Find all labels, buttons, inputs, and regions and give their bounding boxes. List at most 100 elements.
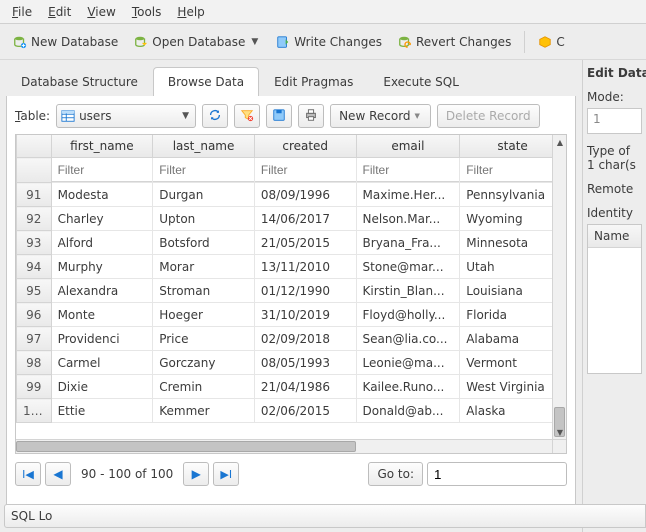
open-database-dropdown-icon[interactable]: ▼ (249, 37, 260, 47)
toolbar-extra-button[interactable]: C (531, 30, 571, 54)
goto-input[interactable] (427, 462, 567, 486)
cell-last-name[interactable]: Hoeger (153, 303, 255, 327)
table-row[interactable]: 100EttieKemmer02/06/2015Donald@ab...Alas… (17, 399, 566, 423)
cell-email[interactable]: Kirstin_Blan... (356, 279, 460, 303)
identity-list[interactable]: Name (587, 224, 642, 374)
table-row[interactable]: 94MurphyMorar13/11/2010Stone@mar...Utah (17, 255, 566, 279)
cell-email[interactable]: Sean@lia.co... (356, 327, 460, 351)
cell-created[interactable]: 14/06/2017 (254, 207, 356, 231)
cell-created[interactable]: 21/05/2015 (254, 231, 356, 255)
filter-state[interactable] (460, 158, 565, 182)
identity-name-header[interactable]: Name (588, 225, 641, 248)
table-row[interactable]: 92CharleyUpton14/06/2017Nelson.Mar...Wyo… (17, 207, 566, 231)
cell-first-name[interactable]: Alexandra (51, 279, 153, 303)
cell-created[interactable]: 08/05/1993 (254, 351, 356, 375)
cell-state[interactable]: Vermont (460, 351, 566, 375)
cell-email[interactable]: Nelson.Mar... (356, 207, 460, 231)
table-row[interactable]: 93AlfordBotsford21/05/2015Bryana_Fra...M… (17, 231, 566, 255)
col-first-name[interactable]: first_name (51, 135, 153, 158)
cell-created[interactable]: 02/06/2015 (254, 399, 356, 423)
tab-edit-pragmas[interactable]: Edit Pragmas (259, 67, 368, 96)
col-last-name[interactable]: last_name (153, 135, 255, 158)
cell-created[interactable]: 01/12/1990 (254, 279, 356, 303)
row-number[interactable]: 98 (17, 351, 52, 375)
horizontal-scrollbar[interactable] (16, 439, 552, 453)
vertical-scrollbar[interactable]: ▲ ▼ (552, 135, 566, 439)
prev-page-button[interactable]: ◀ (45, 462, 71, 486)
cell-created[interactable]: 21/04/1986 (254, 375, 356, 399)
cell-state[interactable]: Pennsylvania (460, 183, 566, 207)
menu-help[interactable]: Help (169, 2, 212, 22)
cell-last-name[interactable]: Stroman (153, 279, 255, 303)
filter-email[interactable] (357, 158, 460, 182)
tab-execute-sql[interactable]: Execute SQL (368, 67, 474, 96)
cell-last-name[interactable]: Price (153, 327, 255, 351)
cell-first-name[interactable]: Modesta (51, 183, 153, 207)
menu-edit[interactable]: Edit (40, 2, 79, 22)
cell-email[interactable]: Floyd@holly... (356, 303, 460, 327)
menu-tools[interactable]: Tools (124, 2, 170, 22)
col-created[interactable]: created (254, 135, 356, 158)
cell-created[interactable]: 08/09/1996 (254, 183, 356, 207)
row-number[interactable]: 94 (17, 255, 52, 279)
cell-email[interactable]: Leonie@ma... (356, 351, 460, 375)
row-number[interactable]: 96 (17, 303, 52, 327)
cell-first-name[interactable]: Monte (51, 303, 153, 327)
cell-state[interactable]: Louisiana (460, 279, 566, 303)
cell-last-name[interactable]: Upton (153, 207, 255, 231)
cell-first-name[interactable]: Carmel (51, 351, 153, 375)
rownum-header[interactable] (17, 135, 52, 158)
cell-last-name[interactable]: Morar (153, 255, 255, 279)
row-number[interactable]: 91 (17, 183, 52, 207)
cell-state[interactable]: Minnesota (460, 231, 566, 255)
row-number[interactable]: 93 (17, 231, 52, 255)
cell-last-name[interactable]: Kemmer (153, 399, 255, 423)
menu-view[interactable]: View (79, 2, 123, 22)
cell-created[interactable]: 31/10/2019 (254, 303, 356, 327)
delete-record-button[interactable]: Delete Record (437, 104, 540, 128)
table-row[interactable]: 99DixieCremin21/04/1986Kailee.Runo...Wes… (17, 375, 566, 399)
cell-last-name[interactable]: Durgan (153, 183, 255, 207)
next-page-button[interactable]: ▶ (183, 462, 209, 486)
cell-email[interactable]: Bryana_Fra... (356, 231, 460, 255)
cell-email[interactable]: Donald@ab... (356, 399, 460, 423)
cell-created[interactable]: 02/09/2018 (254, 327, 356, 351)
filter-created[interactable] (255, 158, 356, 182)
cell-state[interactable]: Florida (460, 303, 566, 327)
row-number[interactable]: 99 (17, 375, 52, 399)
cell-last-name[interactable]: Gorczany (153, 351, 255, 375)
print-button[interactable] (298, 104, 324, 128)
cell-first-name[interactable]: Providenci (51, 327, 153, 351)
cell-email[interactable]: Kailee.Runo... (356, 375, 460, 399)
row-number[interactable]: 100 (17, 399, 52, 423)
revert-changes-button[interactable]: Revert Changes (391, 30, 518, 54)
new-database-button[interactable]: New Database (6, 30, 125, 54)
sql-log-button[interactable]: SQL Lo (582, 504, 646, 528)
last-page-button[interactable]: ▶I (213, 462, 239, 486)
refresh-button[interactable] (202, 104, 228, 128)
cell-state[interactable]: West Virginia (460, 375, 566, 399)
cell-first-name[interactable]: Murphy (51, 255, 153, 279)
open-database-button[interactable]: Open Database ▼ (127, 30, 267, 54)
cell-state[interactable]: Alabama (460, 327, 566, 351)
hscroll-thumb[interactable] (16, 441, 356, 452)
table-row[interactable]: 91ModestaDurgan08/09/1996Maxime.Her...Pe… (17, 183, 566, 207)
cell-state[interactable]: Wyoming (460, 207, 566, 231)
tab-browse-data[interactable]: Browse Data (153, 67, 259, 96)
scroll-down-icon[interactable]: ▼ (553, 425, 567, 439)
goto-button[interactable]: Go to: (368, 462, 423, 486)
table-row[interactable]: 96MonteHoeger31/10/2019Floyd@holly...Flo… (17, 303, 566, 327)
first-page-button[interactable]: I◀ (15, 462, 41, 486)
tab-database-structure[interactable]: Database Structure (6, 67, 153, 96)
row-number[interactable]: 97 (17, 327, 52, 351)
table-row[interactable]: 98CarmelGorczany08/05/1993Leonie@ma...Ve… (17, 351, 566, 375)
cell-first-name[interactable]: Alford (51, 231, 153, 255)
cell-created[interactable]: 13/11/2010 (254, 255, 356, 279)
col-state[interactable]: state (460, 135, 566, 158)
table-picker[interactable]: users ▼ (56, 104, 196, 128)
cell-state[interactable]: Utah (460, 255, 566, 279)
cell-first-name[interactable]: Charley (51, 207, 153, 231)
row-number[interactable]: 95 (17, 279, 52, 303)
table-row[interactable]: 95AlexandraStroman01/12/1990Kirstin_Blan… (17, 279, 566, 303)
cell-email[interactable]: Stone@mar... (356, 255, 460, 279)
